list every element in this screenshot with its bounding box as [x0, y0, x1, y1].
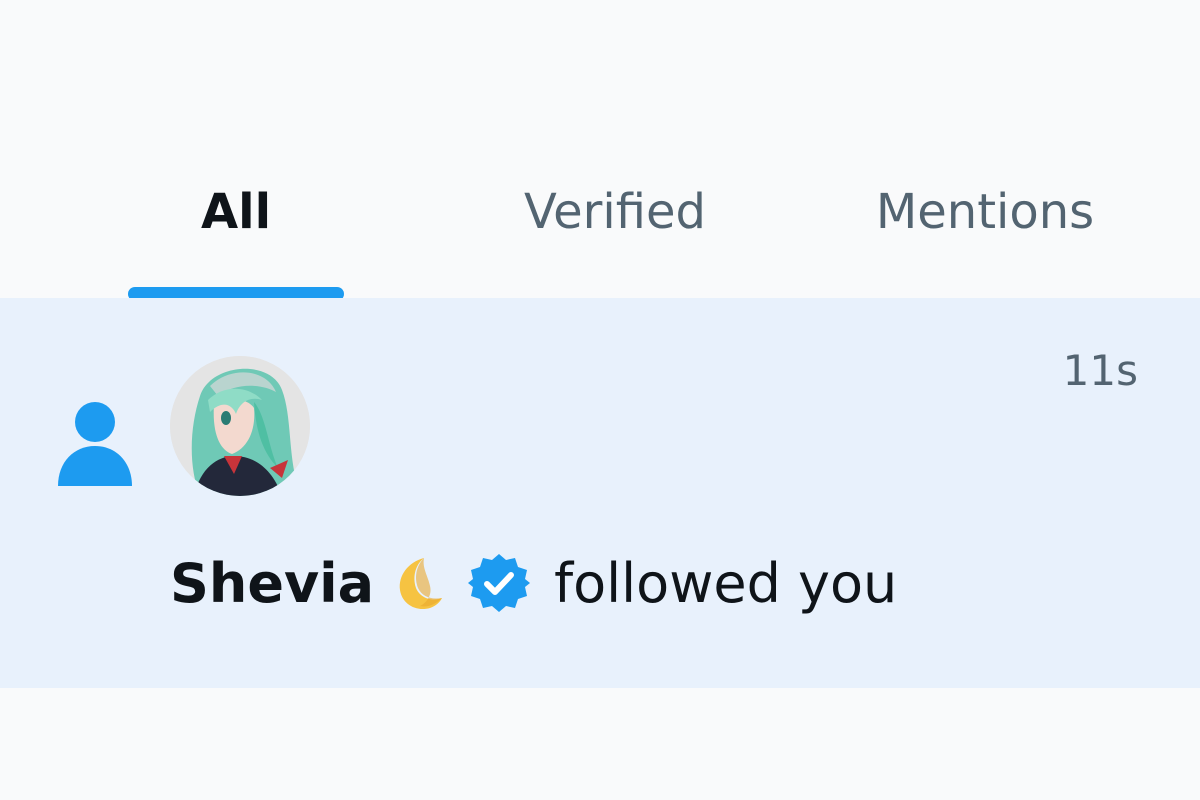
notifications-page: All Verified Mentions 11s Shevia followe…: [0, 0, 1200, 800]
person-icon: [58, 402, 132, 486]
notification-tabs: All Verified Mentions: [0, 0, 1200, 301]
verified-badge-icon: [468, 554, 531, 612]
crescent-moon-icon: [399, 558, 443, 610]
notification-text: Shevia followed you: [170, 548, 897, 618]
tab-mentions[interactable]: Mentions: [860, 180, 1110, 244]
notification-timestamp: 11s: [1062, 346, 1138, 395]
follow-notification[interactable]: 11s Shevia followed you: [0, 298, 1200, 688]
notification-action: followed you: [554, 551, 898, 615]
tab-verified[interactable]: Verified: [495, 180, 735, 244]
tab-all[interactable]: All: [128, 180, 344, 244]
avatar[interactable]: [170, 356, 310, 496]
user-name[interactable]: Shevia: [170, 552, 374, 615]
avatar-image: [170, 356, 310, 496]
